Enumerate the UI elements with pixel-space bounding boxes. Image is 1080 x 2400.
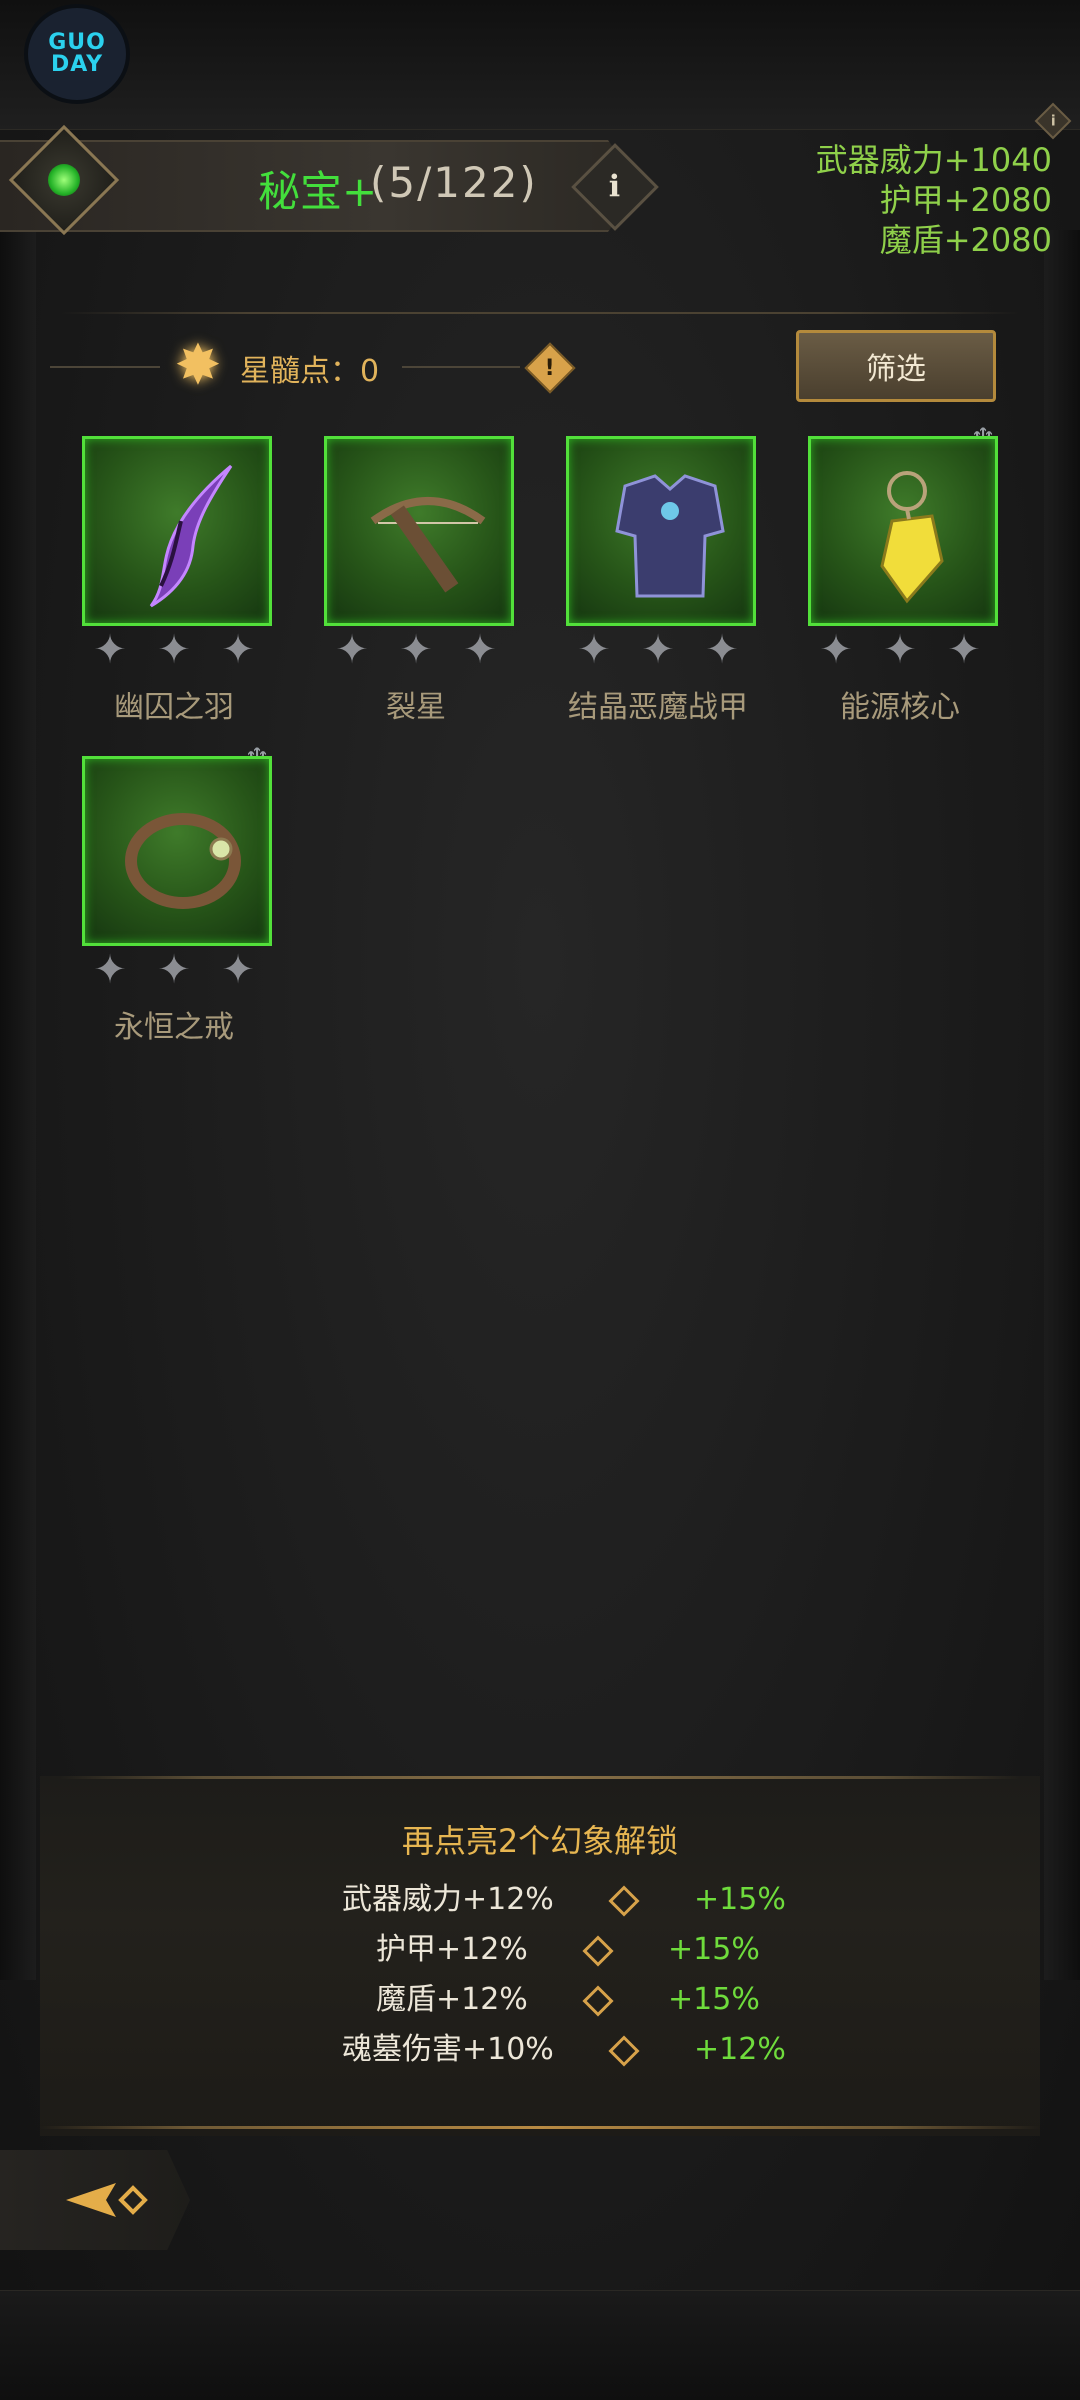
item-card[interactable]: ♆ ✦ ✦ ✦ 永恒之戒 [76, 742, 272, 1056]
item-stars: ✦ ✦ ✦ [76, 628, 272, 672]
star-marrow-icon: ✸ [174, 333, 222, 398]
item-card[interactable]: ♆ ✦ ✦ ✦ 能源核心 [802, 422, 998, 736]
collection-count: (5/122) [370, 158, 538, 207]
item-name: 裂星 [386, 690, 446, 725]
star-icon: ✦ [883, 627, 917, 673]
marrow-line-left [50, 366, 160, 368]
treasure-emblem-icon [8, 124, 120, 236]
logo-text-bottom: DAY [50, 52, 104, 77]
item-name: 永恒之戒 [114, 1010, 234, 1045]
back-button[interactable] [56, 2170, 166, 2230]
stat-magic-shield: 魔盾+2080 [879, 221, 1052, 259]
unlock-next: +15% [668, 1932, 760, 1967]
star-icon: ✦ [399, 627, 433, 673]
arrow-icon [608, 2034, 640, 2067]
unlock-current: 武器威力+12% [342, 1882, 554, 1917]
marrow-line-right [402, 366, 520, 368]
item-frame [82, 436, 272, 626]
armor-icon [615, 474, 725, 598]
stat-weapon-power: 武器威力+1040 [815, 141, 1052, 179]
unlock-next: +12% [694, 2032, 786, 2067]
back-arrow-icon [66, 2183, 148, 2217]
logo-text-top: GUO [48, 30, 106, 55]
marrow-info-button[interactable]: ! [524, 342, 576, 394]
item-frame [566, 436, 756, 626]
top-ornament-band [0, 0, 1080, 130]
item-name: 幽囚之羽 [114, 690, 234, 725]
left-frame [0, 230, 36, 1980]
item-stars: ✦ ✦ ✦ [560, 628, 756, 672]
unlock-current: 魂墓伤害+10% [342, 2032, 554, 2067]
star-icon: ✦ [157, 947, 191, 993]
unlock-row: 魂墓伤害+10% +12% [342, 2024, 786, 2068]
stat-armor: 护甲+2080 [879, 181, 1052, 219]
page-title: 秘宝+ [258, 167, 378, 216]
arrow-icon [608, 1884, 640, 1917]
star-icon: ✦ [947, 627, 981, 673]
item-card[interactable]: ✦ ✦ ✦ 幽囚之羽 [76, 436, 272, 736]
star-icon: ✦ [819, 627, 853, 673]
star-icon: ✦ [157, 627, 191, 673]
right-frame [1044, 230, 1080, 1980]
ring-icon [125, 813, 241, 909]
item-card[interactable]: ✦ ✦ ✦ 结晶恶魔战甲 [560, 436, 756, 736]
crossbow-icon [370, 497, 486, 593]
unlock-row: 护甲+12% +15% [376, 1924, 760, 1968]
unlock-current: 护甲+12% [376, 1932, 528, 1967]
panel-top-divider [60, 1776, 1020, 1779]
divider [60, 312, 1020, 314]
star-icon: ✦ [577, 627, 611, 673]
app-logo: GUO DAY [24, 4, 130, 104]
stats-summary: 武器威力+1040 护甲+2080 魔盾+2080 [816, 140, 1052, 260]
item-card[interactable]: ✦ ✦ ✦ 裂星 [318, 436, 514, 736]
star-icon: ✦ [641, 627, 675, 673]
item-name: 结晶恶魔战甲 [568, 690, 748, 725]
filter-button[interactable]: 筛选 [796, 330, 996, 402]
unlock-row: 武器威力+12% +15% [342, 1874, 786, 1918]
star-icon: ✦ [463, 627, 497, 673]
purple-blade-icon [149, 464, 233, 608]
item-name: 能源核心 [840, 690, 960, 725]
star-icon: ✦ [335, 627, 369, 673]
item-stars: ✦ ✦ ✦ [318, 628, 514, 672]
bottom-ornament-band [0, 2290, 1080, 2400]
item-frame [82, 756, 272, 946]
item-stars: ✦ ✦ ✦ [76, 948, 272, 992]
energy-core-icon [880, 471, 944, 604]
arrow-icon [582, 1984, 614, 2017]
star-icon: ✦ [93, 627, 127, 673]
item-frame [324, 436, 514, 626]
star-icon: ✦ [93, 947, 127, 993]
unlock-next: +15% [668, 1982, 760, 2017]
arrow-icon [582, 1934, 614, 1967]
star-icon: ✦ [221, 947, 255, 993]
unlock-next: +15% [694, 1882, 786, 1917]
star-marrow-row: ✸ 星髓点：0 ! [50, 332, 576, 402]
unlock-current: 魔盾+12% [376, 1982, 528, 2017]
item-frame [808, 436, 998, 626]
star-icon: ✦ [221, 627, 255, 673]
item-stars: ✦ ✦ ✦ [802, 628, 998, 672]
star-icon: ✦ [705, 627, 739, 673]
panel-bottom-divider [40, 2126, 1040, 2129]
unlock-row: 魔盾+12% +15% [376, 1974, 760, 2018]
star-marrow-points: 星髓点：0 [240, 354, 380, 389]
info-icon: i [609, 169, 621, 205]
info-icon: i [1050, 113, 1056, 129]
exclamation-icon: ! [544, 355, 556, 381]
unlock-title: 再点亮2个幻象解锁 [401, 1822, 679, 1860]
